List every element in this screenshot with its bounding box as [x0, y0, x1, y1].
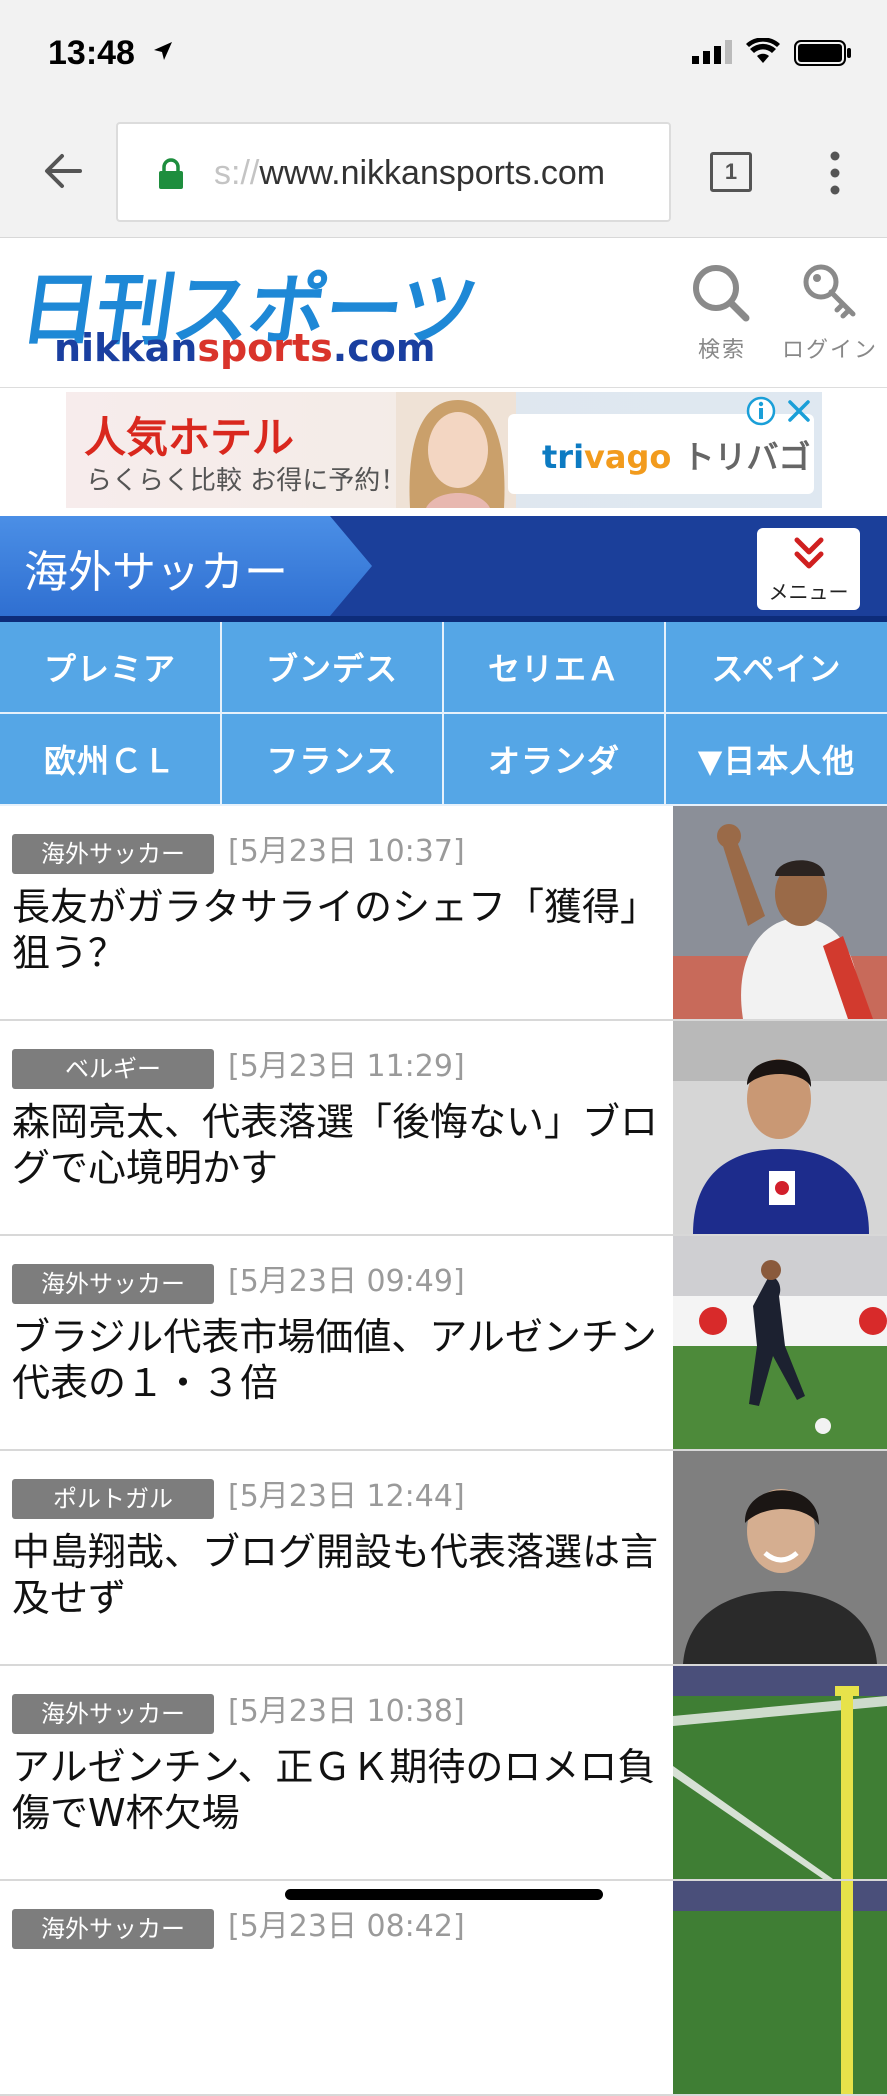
nav-japanese-players[interactable]: ▼日本人他	[666, 714, 887, 806]
ad-brand-part: tri	[542, 438, 585, 476]
logo-domain-part: sports	[197, 326, 333, 370]
article-date: [5月23日 10:37]	[228, 834, 465, 869]
article-item[interactable]: 海外サッカー [5月23日 10:38] アルゼンチン、正ＧＫ期待のロメロ負傷で…	[0, 1666, 887, 1881]
article-date: [5月23日 09:49]	[228, 1264, 465, 1299]
site-header: 日刊スポーツ nikkansports.com 検索 ログイン	[0, 238, 887, 388]
article-headline[interactable]: ブラジル代表市場価値、アルゼンチン代表の１・３倍	[12, 1314, 662, 1406]
article-thumbnail[interactable]	[673, 1451, 887, 1664]
nav-netherlands[interactable]: オランダ	[444, 714, 666, 806]
status-bar: 13:48	[0, 0, 887, 110]
browser-toolbar: s://www.nikkansports.com 1	[0, 110, 887, 238]
lock-icon	[159, 158, 183, 189]
article-headline[interactable]: アルゼンチン、正ＧＫ期待のロメロ負傷でW杯欠場	[12, 1744, 662, 1836]
nav-bundes[interactable]: ブンデス	[222, 622, 444, 714]
article-item[interactable]: ポルトガル [5月23日 12:44] 中島翔哉、ブログ開設も代表落選は言及せず	[0, 1451, 887, 1666]
home-indicator[interactable]	[285, 1889, 603, 1900]
more-menu-icon[interactable]	[828, 150, 842, 196]
article-headline[interactable]: 森岡亮太、代表落選「後悔ない」ブログで心境明かす	[12, 1099, 662, 1191]
ad-brand-part: vago	[584, 438, 672, 476]
section-title: 海外サッカー	[24, 547, 288, 598]
back-arrow-icon[interactable]	[40, 148, 86, 194]
article-thumbnail[interactable]	[673, 806, 887, 1019]
league-nav: プレミア ブンデス セリエＡ スペイン 欧州ＣＬ フランス オランダ ▼日本人他	[0, 622, 887, 806]
url-scheme: s://	[214, 154, 260, 192]
wifi-icon	[746, 38, 780, 63]
login-button[interactable]: ログイン	[782, 262, 878, 364]
article-thumbnail[interactable]	[673, 1666, 887, 1879]
article-item[interactable]: 海外サッカー [5月23日 08:42]	[0, 1881, 887, 2096]
article-thumbnail[interactable]	[673, 1881, 887, 2094]
category-badge: 海外サッカー	[12, 834, 214, 874]
menu-label: メニュー	[768, 580, 849, 604]
logo-domain-part: nikkan	[54, 326, 198, 370]
nav-spain[interactable]: スペイン	[666, 622, 887, 714]
article-item[interactable]: ベルギー [5月23日 11:29] 森岡亮太、代表落選「後悔ない」ブログで心境…	[0, 1021, 887, 1236]
url-host: www.nikkansports.com	[259, 154, 606, 192]
tab-switcher-button[interactable]: 1	[710, 152, 752, 192]
logo-domain-part: .com	[332, 326, 436, 370]
article-date: [5月23日 11:29]	[228, 1049, 465, 1084]
search-label: 検索	[697, 338, 746, 363]
location-arrow-icon	[154, 42, 172, 60]
ad-title: 人気ホテル	[84, 413, 295, 462]
address-bar[interactable]: s://www.nikkansports.com	[116, 122, 671, 222]
key-icon	[803, 264, 856, 319]
article-date: [5月23日 12:44]	[228, 1479, 465, 1514]
search-icon	[693, 265, 750, 322]
article-list: 海外サッカー [5月23日 10:37] 長友がガラタサライのシェフ「獲得」狙う…	[0, 806, 887, 2096]
article-date: [5月23日 08:42]	[228, 1909, 465, 1944]
battery-icon	[794, 40, 851, 66]
ad-banner[interactable]: 人気ホテル らくらく比較 お得に予約！ trivago トリバゴ	[66, 392, 822, 508]
article-date: [5月23日 10:38]	[228, 1694, 465, 1729]
article-headline[interactable]: 長友がガラタサライのシェフ「獲得」狙う？	[12, 884, 662, 976]
nav-ucl[interactable]: 欧州ＣＬ	[0, 714, 222, 806]
search-button[interactable]: 検索	[688, 262, 756, 364]
ad-subtitle: らくらく比較 お得に予約！	[86, 466, 407, 496]
section-header: 海外サッカー メニュー	[0, 516, 887, 620]
site-logo-domain[interactable]: nikkansports.com	[54, 326, 435, 370]
category-badge: 海外サッカー	[12, 1264, 214, 1304]
ad-brand-part: トリバゴ	[671, 438, 811, 476]
category-badge: ポルトガル	[12, 1479, 214, 1519]
article-item[interactable]: 海外サッカー [5月23日 09:49] ブラジル代表市場価値、アルゼンチン代表…	[0, 1236, 887, 1451]
menu-button[interactable]: メニュー	[757, 528, 860, 610]
ad-close-icon[interactable]	[786, 398, 812, 424]
nav-premier[interactable]: プレミア	[0, 622, 222, 714]
nav-france[interactable]: フランス	[222, 714, 444, 806]
ad-brand: trivago トリバゴ	[542, 432, 811, 478]
category-badge: 海外サッカー	[12, 1694, 214, 1734]
article-thumbnail[interactable]	[673, 1021, 887, 1234]
ad-brand-box: trivago トリバゴ	[508, 414, 814, 494]
double-chevron-down-icon	[794, 537, 823, 569]
login-label: ログイン	[782, 338, 879, 363]
status-time: 13:48	[48, 34, 135, 72]
ad-model-image	[396, 392, 516, 508]
article-thumbnail[interactable]	[673, 1236, 887, 1449]
category-badge: ベルギー	[12, 1049, 214, 1089]
ad-info-icon[interactable]	[746, 396, 776, 426]
url-text: s://www.nikkansports.com	[214, 154, 605, 193]
article-item[interactable]: 海外サッカー [5月23日 10:37] 長友がガラタサライのシェフ「獲得」狙う…	[0, 806, 887, 1021]
cellular-signal-icon	[692, 40, 732, 64]
category-badge: 海外サッカー	[12, 1909, 214, 1949]
nav-serie-a[interactable]: セリエＡ	[444, 622, 666, 714]
url-fade	[629, 124, 669, 220]
article-headline[interactable]: 中島翔哉、ブログ開設も代表落選は言及せず	[12, 1529, 662, 1621]
